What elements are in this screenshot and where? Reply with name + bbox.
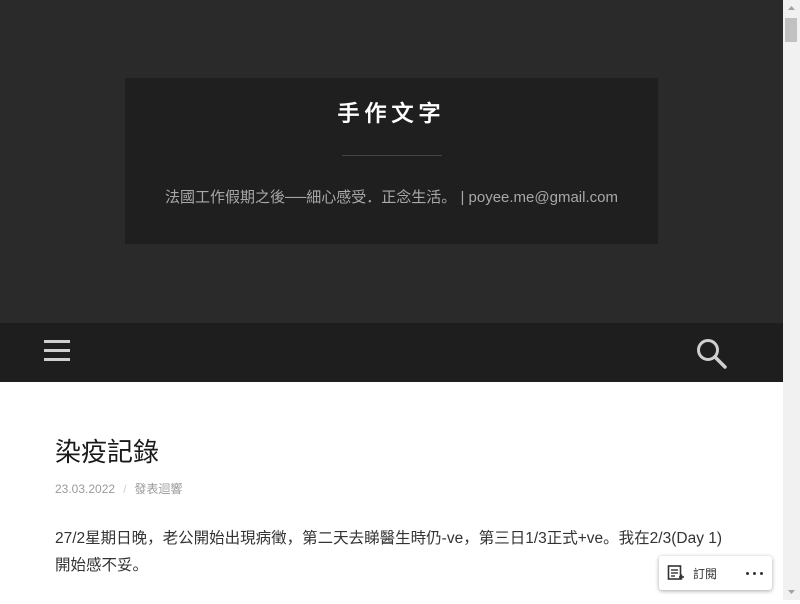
comment-link[interactable]: 發表迴響 [134,482,182,496]
post-meta: 23.03.2022 / 發表迴響 [55,480,182,497]
navigation-bar [0,323,783,382]
scrollbar-thumb[interactable] [785,18,797,42]
post-date-link[interactable]: 23.03.2022 [55,482,115,496]
scroll-up-arrow-icon[interactable] [783,0,800,17]
site-title[interactable]: 手作文字 [0,96,783,128]
search-icon[interactable] [694,336,728,370]
title-divider [342,155,442,156]
meta-separator: / [123,482,127,496]
post-title[interactable]: 染疫記錄 [55,432,159,469]
post-body: 27/2星期日晚，老公開始出現病徵，第二天去睇醫生時仍-ve，第三日1/3正式+… [55,530,723,574]
follow-action-bar: 訂閱 [659,556,772,590]
hamburger-menu-icon[interactable] [44,340,70,362]
page: 手作文字 法國工作假期之後──細心感受．正念生活。 | poyee.me@gma… [0,0,783,600]
follow-label: 訂閱 [693,566,718,581]
follow-button[interactable]: 訂閱 [667,562,717,584]
more-horizontal-icon[interactable] [741,562,767,584]
reader-follow-icon [667,565,684,580]
site-tagline: 法國工作假期之後──細心感受．正念生活。 | poyee.me@gmail.co… [165,189,618,206]
scroll-down-arrow-icon[interactable] [783,583,800,600]
vertical-scrollbar[interactable] [783,0,800,600]
